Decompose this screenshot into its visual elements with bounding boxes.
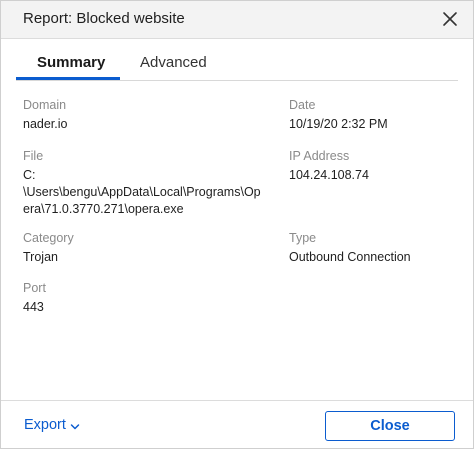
file-value: C: \Users\bengu\AppData\Local\Programs\O…	[23, 168, 261, 216]
title-bar: Report: Blocked website	[1, 1, 473, 39]
field-date: Date 10/19/20 2:32 PM	[289, 97, 388, 133]
report-dialog: Report: Blocked website Summary Advanced…	[0, 0, 474, 449]
close-button[interactable]: Close	[325, 411, 455, 441]
date-value: 10/19/20 2:32 PM	[289, 117, 388, 131]
domain-value: nader.io	[23, 117, 68, 131]
field-port: Port 443	[23, 280, 46, 316]
ip-address-label: IP Address	[289, 149, 350, 163]
field-domain: Domain nader.io	[23, 97, 67, 133]
domain-label: Domain	[23, 98, 67, 112]
export-label: Export	[24, 417, 66, 433]
port-value: 443	[23, 300, 44, 314]
tab-summary[interactable]: Summary	[37, 54, 105, 71]
category-label: Category	[23, 231, 74, 245]
chevron-down-icon	[70, 420, 80, 430]
field-ip-address: IP Address 104.24.108.74	[289, 148, 369, 184]
tab-divider	[16, 80, 458, 81]
export-menu-button[interactable]: Export	[24, 417, 80, 433]
port-label: Port	[23, 281, 46, 295]
field-category: Category Trojan	[23, 230, 74, 266]
field-file: File C: \Users\bengu\AppData\Local\Progr…	[23, 148, 283, 218]
tab-advanced[interactable]: Advanced	[140, 54, 207, 71]
active-tab-indicator	[16, 77, 120, 80]
dialog-title: Report: Blocked website	[23, 10, 185, 27]
field-type: Type Outbound Connection	[289, 230, 411, 266]
footer-divider	[1, 400, 473, 401]
type-value: Outbound Connection	[289, 250, 411, 264]
ip-address-value: 104.24.108.74	[289, 168, 369, 182]
type-label: Type	[289, 231, 317, 245]
category-value: Trojan	[23, 250, 58, 264]
file-label: File	[23, 149, 44, 163]
tab-bar: Summary Advanced	[1, 39, 473, 81]
close-icon[interactable]	[440, 9, 460, 29]
date-label: Date	[289, 98, 316, 112]
